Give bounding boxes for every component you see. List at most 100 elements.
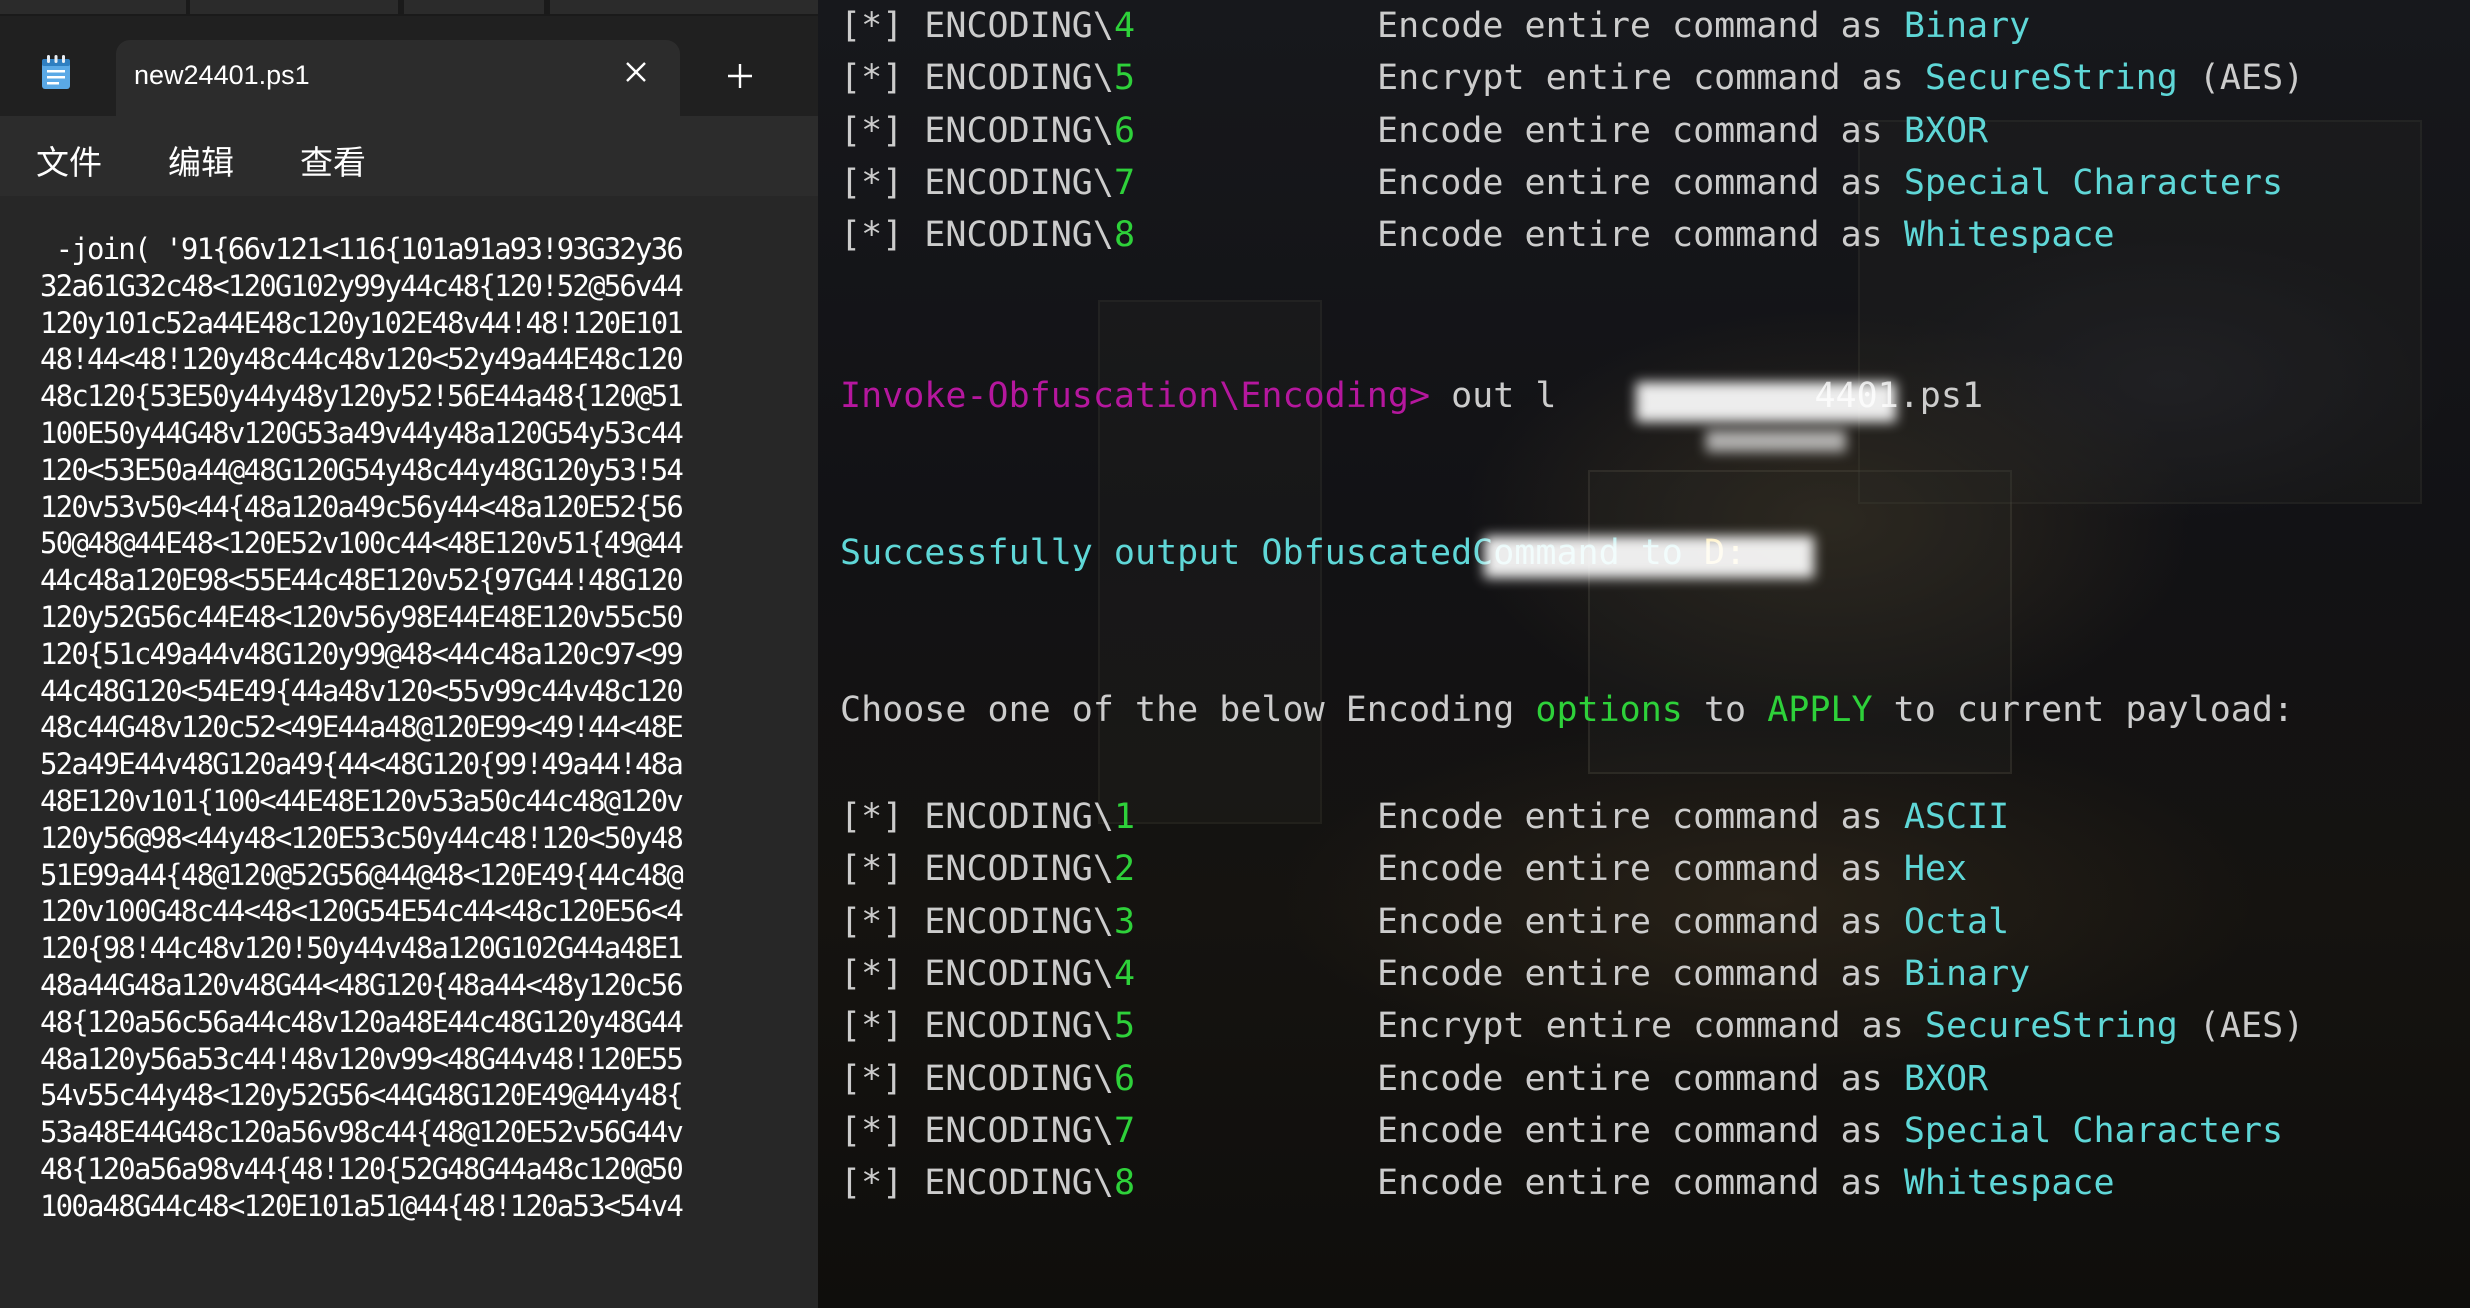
option-description: Encrypt entire command as [1377,58,1925,99]
option-description: Encrypt entire command as [1377,1006,1925,1047]
code-line: 53a48E44G48c120a56v98c44{48@120E52v56G44… [40,1115,684,1150]
notepad-titlebar: new24401.ps1 [0,0,818,116]
code-line: 120y101c52a44E48c120y102E48v44!48!120E10… [40,305,684,340]
option-description: Encode entire command as [1377,215,1904,256]
option-number: 7 [1113,1110,1136,1151]
option-label: ENCODING\ [924,1006,1114,1047]
option-target: SecureString [1924,58,2178,99]
option-label: ENCODING\ [924,849,1114,890]
notepad-editor[interactable]: -join( '91{66v121<116{101a91a93!93G32y36… [0,196,818,1308]
option-prefix: [*] [840,1110,925,1151]
choose-options-word: options [1535,690,1683,730]
option-prefix: [*] [840,1163,925,1204]
option-prefix: [*] [840,797,925,837]
choose-text: to [1682,690,1768,730]
redaction-blur [1484,536,1814,578]
encoding-option-5: [*] ENCODING\5 Encrypt entire command as … [840,1006,2304,1046]
menu-file[interactable]: 文件 [32,130,106,190]
option-target: BXOR [1903,1058,1989,1099]
code-line: 120y56@98<44y48<120E53c50y44c48!120<50y4… [40,820,684,855]
window-edge [550,0,818,14]
new-tab-button[interactable] [716,54,764,102]
encoding-option-8: [*] ENCODING\8 Encode entire command as W… [840,215,2115,255]
option-prefix: [*] [840,849,925,890]
tab-new24401[interactable]: new24401.ps1 [116,40,680,116]
code-line: 120v53v50<44{48a120a49c56y44<48a120E52{5… [40,489,684,524]
option-target: Special Characters [1903,162,2284,203]
option-prefix: [*] [840,58,925,99]
option-number: 5 [1113,58,1136,99]
option-target: Special Characters [1903,1110,2284,1151]
option-number: 8 [1113,1163,1136,1204]
code-line: 100a48G44c48<120E101a51@44{48!120a53<54v… [40,1188,684,1223]
close-tab-button[interactable] [616,54,656,94]
option-description: Encode entire command as [1377,953,1904,994]
code-line: 48c44G48v120c52<49E44a48@120E99<49!44<48… [40,710,684,745]
taskbar-strip [0,0,818,16]
option-prefix: [*] [840,953,925,994]
option-number: 1 [1113,797,1136,837]
notepad-window: new24401.ps1 文件 编辑 查看 -join('91{66v121<… [0,0,818,1308]
choose-text: Choose one of the below Encoding [840,690,1536,730]
option-label: ENCODING\ [924,901,1114,942]
option-prefix: [*] [840,215,925,256]
code-line: 48a44G48a120v48G44<48G120{48a44<48y120c5… [40,968,684,1002]
window-edge [190,0,398,14]
option-prefix: [*] [840,901,925,942]
code-line: 120<53E50a44@48G120G54y48c44y48G120y53!5… [40,452,684,487]
option-description: Encode entire command as [1377,1110,1904,1151]
code-line: 120{98!44c48v120!50y44v48a120G102G44a48E… [40,931,684,966]
choose-apply-word: APPLY [1767,690,1873,730]
encoding-option-6: [*] ENCODING\6 Encode entire command as B… [840,111,1988,151]
option-description: Encode entire command as [1377,6,1904,46]
code-line: -join( '91{66v121<116{101a91a93!93G32y36 [40,232,684,266]
option-number: 4 [1113,953,1136,994]
window-edge [0,0,186,14]
option-label: ENCODING\ [924,6,1114,46]
option-label: ENCODING\ [924,1058,1114,1099]
encoding-option-2: [*] ENCODING\2 Encode entire command as H… [840,849,1967,889]
option-description: Encode entire command as [1377,797,1904,837]
option-description: Encode entire command as [1377,1163,1904,1204]
choose-line: Choose one of the below Encoding options… [840,690,2294,730]
choose-text: to current payload: [1872,690,2294,730]
encoding-option-7: [*] ENCODING\7 Encode entire command as S… [840,163,2283,203]
code-line: 54v55c44y48<120y52G56<44G48G120E49@44y48… [40,1078,684,1113]
menu-view[interactable]: 查看 [296,130,370,190]
option-prefix: [*] [840,162,925,203]
option-target: Binary [1903,953,2031,994]
redaction-blur [1636,382,1896,422]
encoding-option-1: [*] ENCODING\1 Encode entire command as A… [840,797,2009,837]
code-line: 32a61G32c48<120G102y99y44c48{120!52@56v4… [40,268,684,303]
menu-edit[interactable]: 编辑 [164,130,238,190]
code-line: 120y52G56c44E48<120v56y98E44E48E120v55c5… [40,600,684,634]
option-description: Encode entire command as [1377,849,1904,890]
terminal-window[interactable]: Invoke-Obfuscation\Encoding> out l 4401.p… [818,0,2470,1308]
option-label: ENCODING\ [924,1163,1114,1204]
option-target: Whitespace [1903,1163,2115,1204]
option-number: 6 [1113,1058,1136,1099]
code-line: 120{51c49a44v48G120y99@48<44c48a120c97<9… [40,636,684,671]
option-label: ENCODING\ [924,58,1114,99]
code-line: 44c48G120<54E49{44a48v120<55v99c44v48c12… [40,673,684,708]
redaction-blur [1706,430,1846,452]
close-icon [623,59,649,89]
option-label: ENCODING\ [924,215,1114,256]
option-number: 5 [1113,1006,1136,1047]
option-suffix: (AES) [2177,58,2305,99]
option-target: Whitespace [1903,215,2115,256]
encoding-option-3: [*] ENCODING\3 Encode entire command as O… [840,902,2009,942]
notepad-menubar: 文件 编辑 查看 [0,116,818,196]
code-line: 48a120y56a53c44!48v120v99<48G44v48!120E5… [40,1041,684,1076]
encoding-option-7: [*] ENCODING\7 Encode entire command as S… [840,1111,2283,1151]
command-text: out l [1430,376,1557,416]
option-label: ENCODING\ [924,1110,1114,1151]
option-target: Octal [1903,901,2010,942]
option-description: Encode entire command as [1377,110,1904,151]
option-prefix: [*] [840,1058,925,1099]
code-line: 48E120v101{100<44E48E120v53a50c44c48@120… [40,784,684,818]
option-target: SecureString [1924,1006,2178,1047]
option-suffix: (AES) [2177,1006,2305,1047]
encoding-option-4: [*] ENCODING\4 Encode entire command as B… [840,6,2030,46]
code-line: 100E50y44G48v120G53a49v44y48a120G54y53c4… [40,416,684,450]
